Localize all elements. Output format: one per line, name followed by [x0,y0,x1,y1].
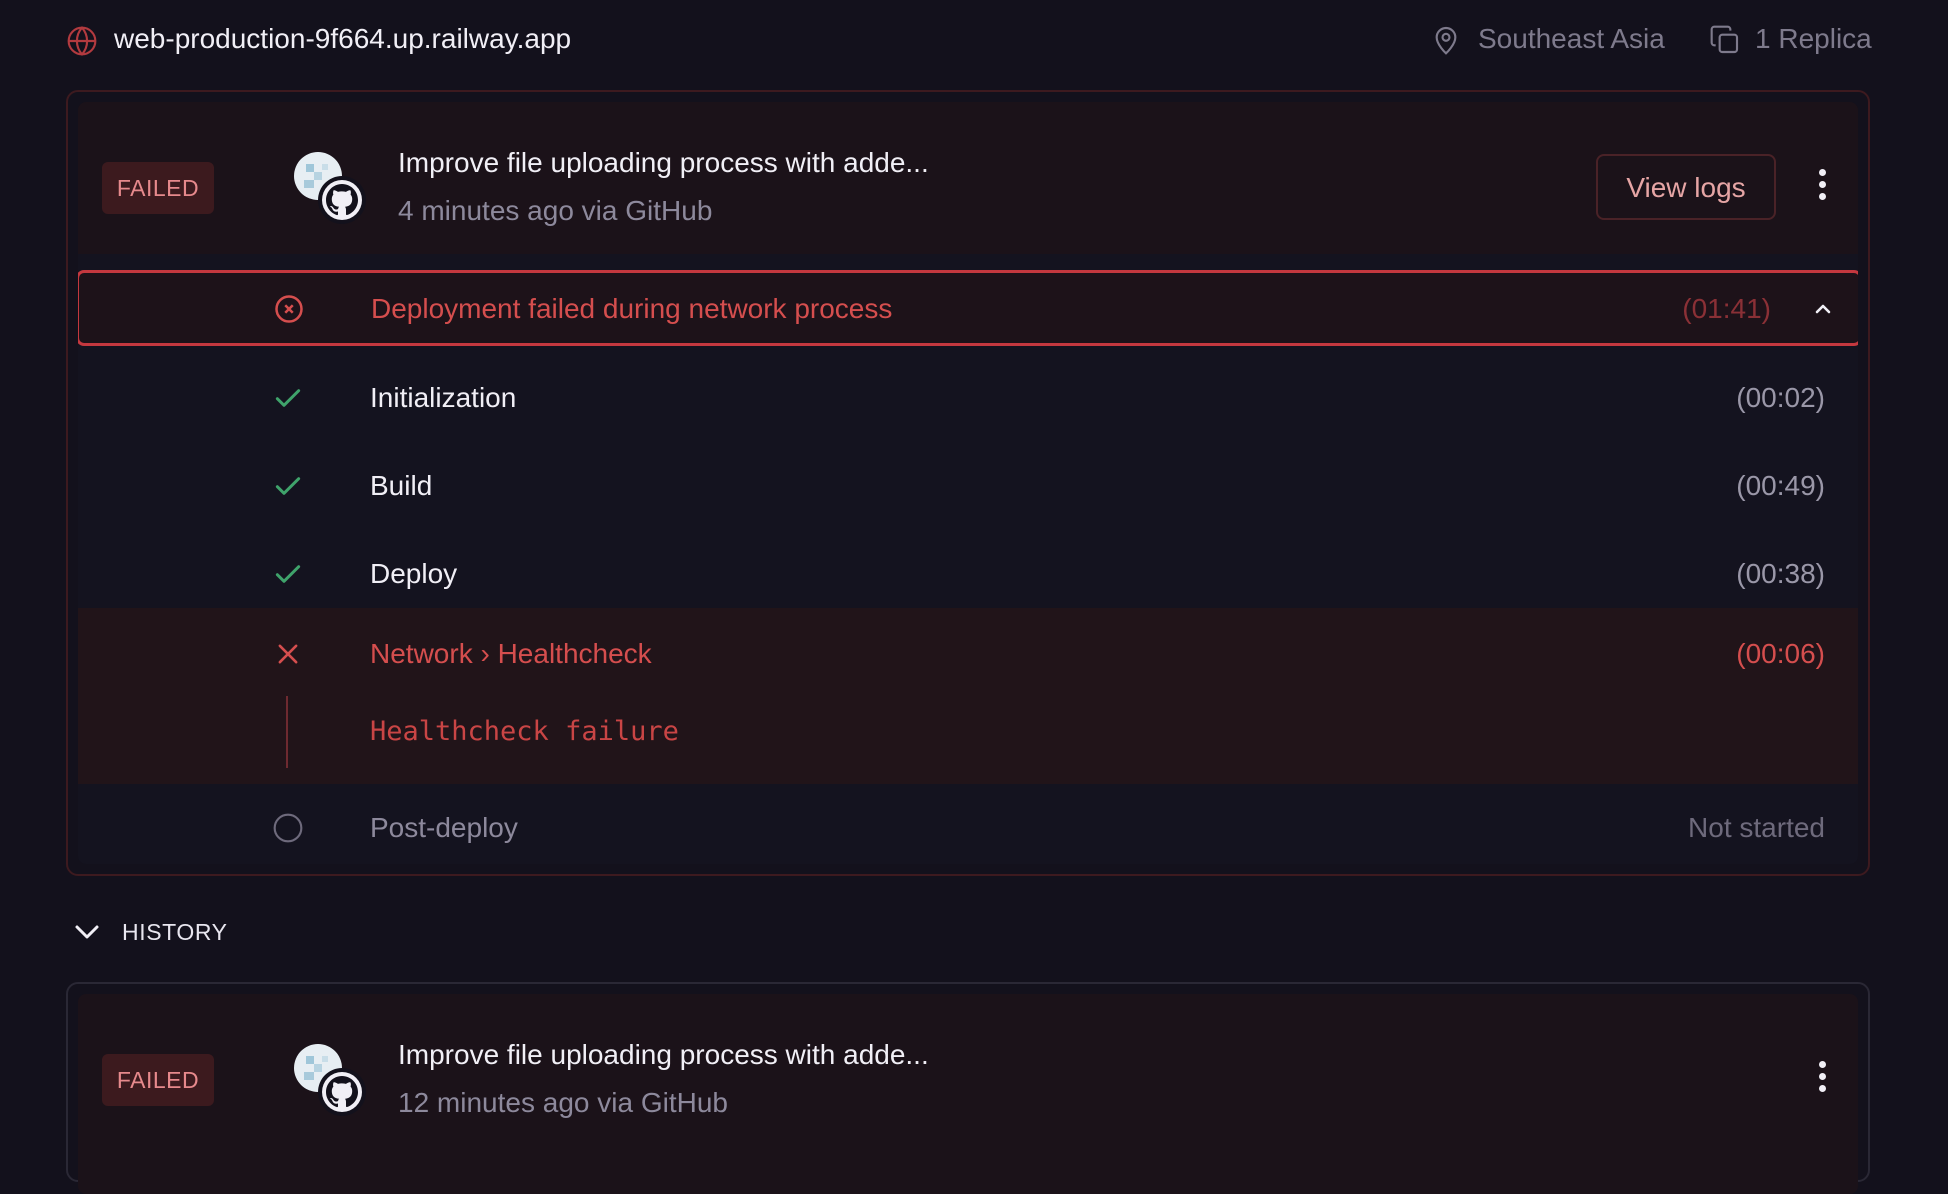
step-status: Not started [1688,812,1825,843]
check-icon [275,389,301,407]
commit-title[interactable]: Improve file uploading process with adde… [398,1036,929,1074]
region-label: Southeast Asia [1478,23,1665,54]
step-duration: (00:49) [1736,470,1825,501]
deployment-header[interactable]: FAILED Improve file uploading process wi… [78,102,1858,254]
step-deploy: Deploy (00:38) [78,530,1858,618]
service-header: web-production-9f664.up.railway.app Sout… [0,0,1948,80]
map-pin-icon [1435,26,1457,55]
status-badge: FAILED [102,162,214,214]
view-logs-button[interactable]: View logs [1596,154,1776,220]
chevron-down-icon [75,925,99,939]
history-deployment-header[interactable]: FAILED Improve file uploading process wi… [78,994,1858,1194]
step-build: Build (00:49) [78,442,1858,530]
copy-icon [1710,25,1739,54]
more-options-icon[interactable] [1810,164,1834,208]
step-duration: (00:38) [1736,558,1825,589]
chevron-up-icon[interactable] [1811,297,1835,321]
error-message: Deployment failed during network process [371,293,893,324]
check-icon [275,477,301,495]
avatar [294,152,366,224]
commit-meta: 12 minutes ago via GitHub [398,1087,728,1118]
step-label: Initialization [370,382,517,413]
deployment-error-toggle[interactable]: Deployment failed during network process… [78,270,1858,346]
step-network-healthcheck: Network › Healthcheck (00:06) Healthchec… [78,608,1858,784]
step-label: Post-deploy [370,812,518,843]
close-icon [278,644,298,664]
check-icon [275,565,301,583]
step-duration: (00:06) [1736,638,1825,669]
circle-icon [273,813,303,843]
step-label: Build [370,470,433,501]
step-post-deploy: Post-deploy Not started [78,784,1858,864]
service-domain-link[interactable]: web-production-9f664.up.railway.app [114,20,571,58]
history-deployment-card: FAILED Improve file uploading process wi… [66,982,1870,1194]
history-label: HISTORY [122,919,228,945]
step-error-detail: Healthcheck failure [370,716,679,747]
step-duration: (00:02) [1736,382,1825,413]
step-initialization: Initialization (00:02) [78,354,1858,442]
commit-meta: 4 minutes ago via GitHub [398,195,713,226]
replica-count: 1 Replica [1755,23,1872,54]
avatar [294,1044,366,1116]
x-circle-icon [275,295,303,323]
detail-divider [286,696,288,768]
step-label: Network › Healthcheck [370,638,652,669]
commit-title[interactable]: Improve file uploading process with adde… [398,144,929,182]
deployment-card: FAILED Improve file uploading process wi… [66,90,1870,876]
step-label: Deploy [370,558,458,589]
status-badge: FAILED [102,1054,214,1106]
more-options-icon[interactable] [1810,1056,1834,1100]
error-duration: (01:41) [1682,293,1771,324]
globe-icon [67,26,97,56]
